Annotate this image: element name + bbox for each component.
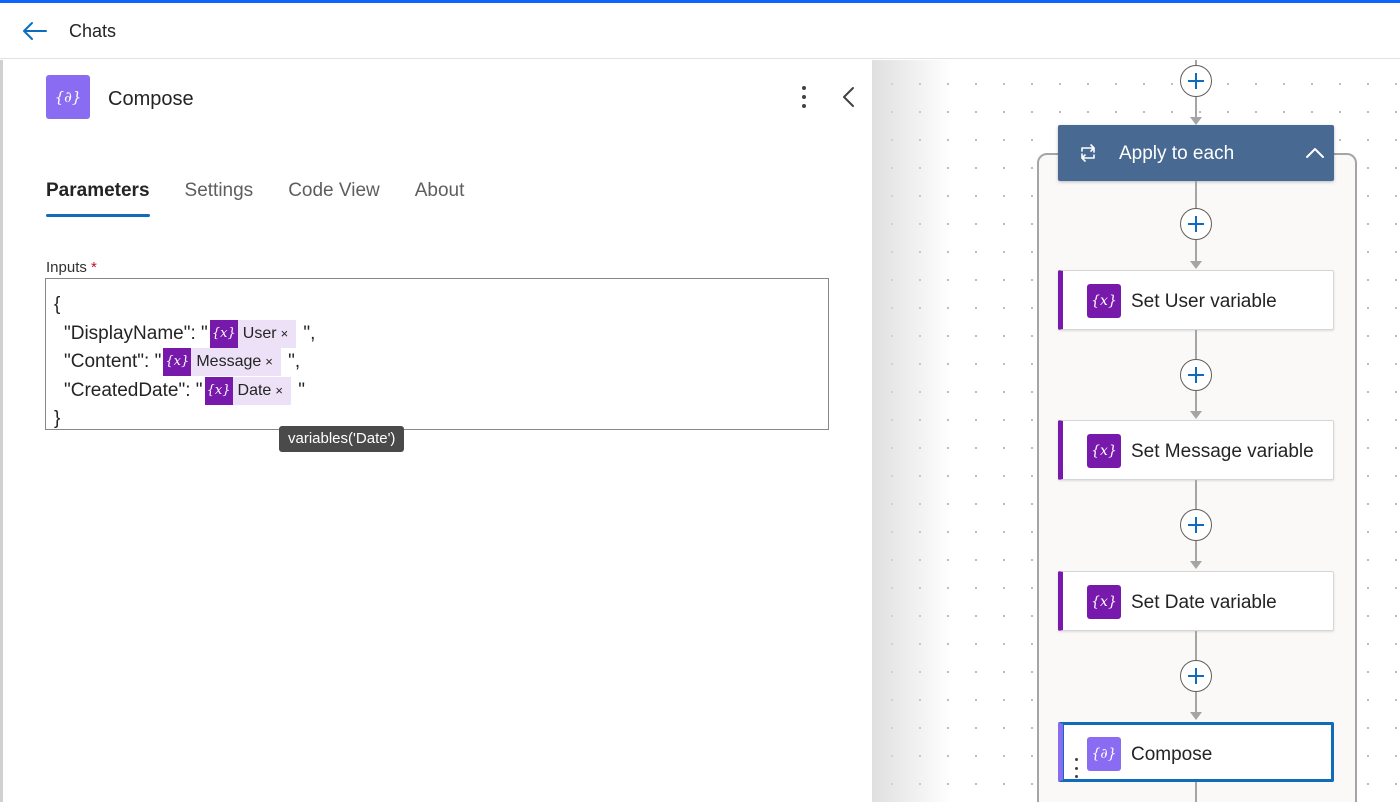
compose-action[interactable]: {∂} Compose	[1058, 722, 1334, 782]
action-label: Set Date variable	[1131, 592, 1277, 613]
variable-icon: {x}	[163, 348, 192, 377]
remove-token-button[interactable]: ×	[281, 320, 289, 349]
required-marker: *	[91, 259, 97, 276]
remove-token-button[interactable]: ×	[275, 377, 283, 406]
set-message-variable-action[interactable]: {x} Set Message variable	[1058, 420, 1334, 480]
add-step-button[interactable]	[1180, 509, 1212, 541]
editor-line-prefix: "Content": "	[64, 351, 162, 372]
add-step-button[interactable]	[1180, 208, 1212, 240]
token-date[interactable]: {x} Date ×	[204, 376, 291, 406]
editor-line-content: "Content": " {x} Message × ",	[54, 348, 820, 377]
tab-code-view[interactable]: Code View	[288, 178, 380, 222]
chevron-left-icon	[843, 87, 854, 107]
plus-icon	[1188, 73, 1204, 89]
action-label: Set User variable	[1131, 291, 1277, 312]
token-label: Message	[196, 353, 262, 370]
token-message[interactable]: {x} Message ×	[163, 348, 281, 377]
variable-icon: {x}	[209, 319, 238, 348]
action-label: Compose	[1131, 744, 1213, 765]
action-details-panel: {∂} Compose Parameters Settings Code Vie…	[0, 60, 872, 802]
connector-arrow	[1190, 712, 1202, 720]
connector-arrow	[1190, 117, 1202, 125]
editor-line-displayname: "DisplayName": " {x} User × ",	[54, 319, 820, 349]
back-button[interactable]	[20, 19, 48, 43]
token-user[interactable]: {x} User ×	[209, 319, 297, 349]
panel-tabs: Parameters Settings Code View About	[46, 178, 499, 222]
editor-line-prefix: "CreatedDate": "	[64, 379, 203, 401]
editor-line-suffix: "	[292, 379, 305, 401]
add-step-button[interactable]	[1180, 65, 1212, 97]
collapse-panel-button[interactable]	[839, 86, 859, 108]
plus-icon	[1188, 668, 1204, 684]
connector-arrow	[1190, 561, 1202, 569]
variable-icon: {x}	[1087, 434, 1121, 468]
apply-to-each-label: Apply to each	[1119, 143, 1235, 164]
editor-line-suffix: ",	[298, 322, 316, 344]
apply-to-each-action[interactable]: Apply to each	[1058, 125, 1334, 181]
token-tooltip: variables('Date')	[279, 426, 405, 452]
compose-icon: {∂}	[46, 75, 90, 119]
add-step-button[interactable]	[1180, 660, 1212, 692]
tab-settings[interactable]: Settings	[185, 178, 254, 222]
variable-icon: {x}	[1087, 284, 1121, 318]
plus-icon	[1188, 216, 1204, 232]
page-title: Chats	[69, 21, 117, 41]
panel-title: Compose	[108, 88, 194, 110]
inputs-editor[interactable]: { "DisplayName": " {x} User × ", "Conten…	[45, 278, 829, 430]
set-date-variable-action[interactable]: {x} Set Date variable	[1058, 571, 1334, 631]
plus-icon	[1188, 367, 1204, 383]
variable-icon: {x}	[204, 376, 233, 405]
arrow-left-icon	[23, 22, 47, 40]
inputs-label: Inputs *	[46, 259, 97, 276]
editor-close-brace: }	[54, 408, 61, 429]
connector	[1195, 782, 1197, 802]
top-bar: Chats	[0, 3, 1400, 59]
token-label: Date	[237, 381, 272, 399]
variable-icon: {x}	[1087, 585, 1121, 619]
token-label: User	[242, 324, 277, 342]
editor-line-prefix: "DisplayName": "	[64, 322, 208, 344]
canvas-shadow	[872, 60, 952, 802]
tab-parameters[interactable]: Parameters	[46, 178, 150, 222]
editor-open-brace: {	[54, 294, 61, 315]
connector-arrow	[1190, 261, 1202, 269]
editor-line-createddate: "CreatedDate": " {x} Date × "	[54, 376, 820, 406]
plus-icon	[1188, 517, 1204, 533]
add-step-button[interactable]	[1180, 359, 1212, 391]
set-user-variable-action[interactable]: {x} Set User variable	[1058, 270, 1334, 330]
chevron-up-icon[interactable]	[1304, 143, 1326, 163]
tab-about[interactable]: About	[415, 178, 465, 222]
compose-icon: {∂}	[1087, 737, 1121, 771]
action-label: Set Message variable	[1131, 441, 1314, 462]
loop-icon	[1081, 144, 1095, 162]
drag-handle[interactable]	[1073, 758, 1079, 778]
connector-arrow	[1190, 411, 1202, 419]
editor-line-suffix: ",	[282, 351, 301, 372]
more-options-button[interactable]	[797, 86, 811, 108]
remove-token-button[interactable]: ×	[265, 348, 273, 377]
